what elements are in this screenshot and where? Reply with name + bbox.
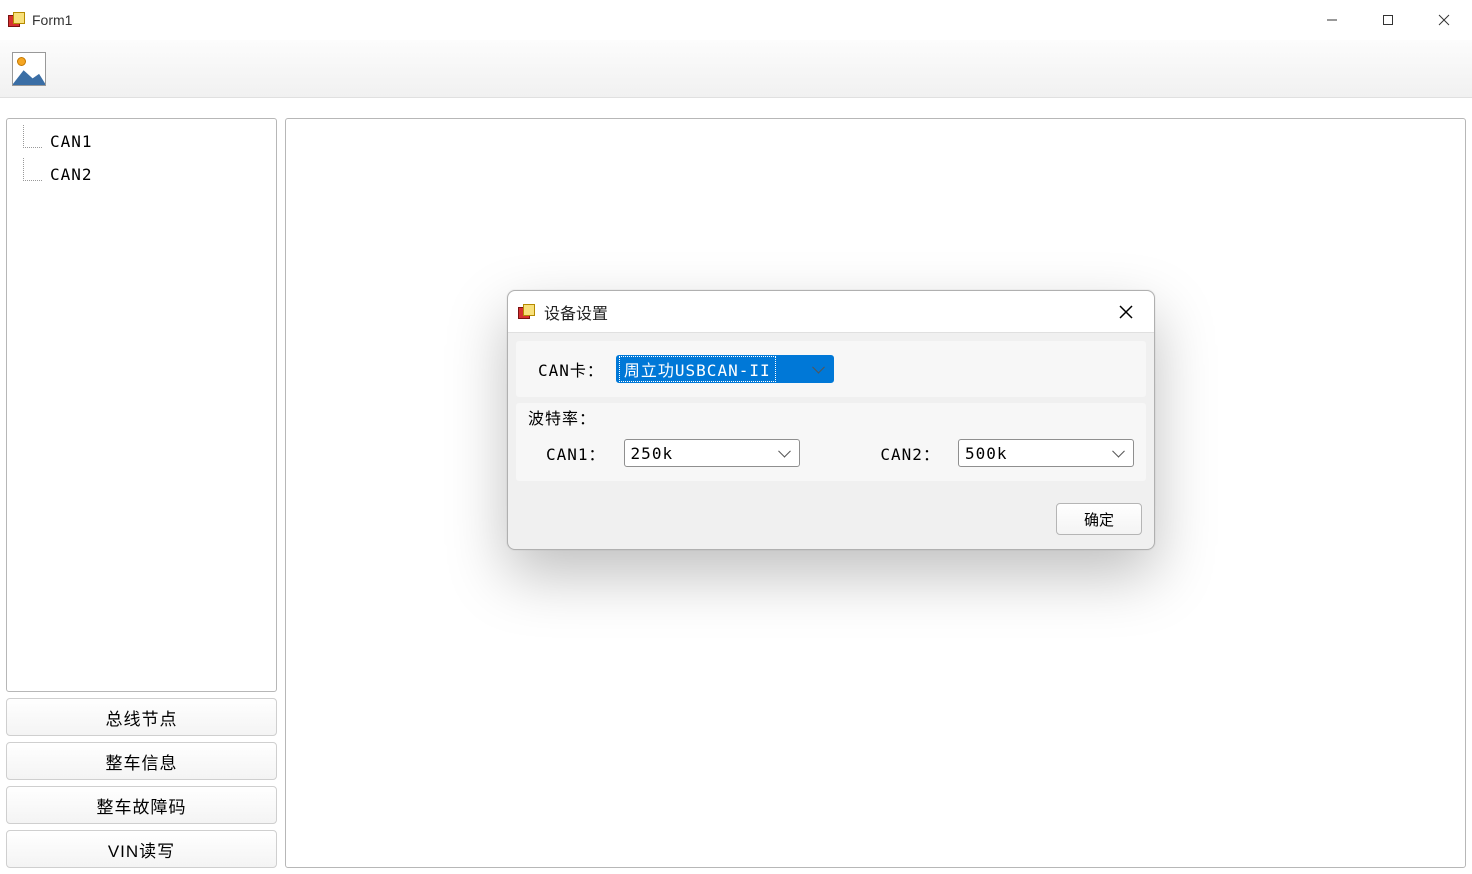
dialog-close-button[interactable] [1108, 294, 1144, 330]
can2-baud-combobox[interactable]: 500k [958, 439, 1134, 467]
maximize-button[interactable] [1360, 0, 1416, 40]
close-button[interactable] [1416, 0, 1472, 40]
tree-item-label: CAN1 [50, 131, 93, 153]
dialog-body: CAN卡： 周立功USBCAN-II 波特率： CAN1： 250k CAN2： [508, 333, 1154, 495]
can1-label: CAN1： [546, 441, 606, 465]
bus-nodes-button[interactable]: 总线节点 [6, 698, 277, 736]
tree-view[interactable]: CAN1 CAN2 [6, 118, 277, 692]
vin-rw-button[interactable]: VIN读写 [6, 830, 277, 868]
image-icon[interactable] [12, 52, 46, 86]
left-panel: CAN1 CAN2 总线节点 整车信息 整车故障码 VIN读写 [6, 118, 277, 868]
can1-baud-value: 250k [631, 444, 674, 463]
dialog-footer: 确定 [508, 495, 1154, 549]
window-title: Form1 [32, 12, 1304, 28]
can-card-combobox[interactable]: 周立功USBCAN-II [616, 355, 834, 383]
can-card-group: CAN卡： 周立功USBCAN-II [516, 341, 1146, 397]
can2-label: CAN2： [880, 441, 940, 465]
device-settings-dialog: 设备设置 CAN卡： 周立功USBCAN-II 波特率： CAN1： [507, 290, 1155, 550]
can1-baud-combobox[interactable]: 250k [624, 439, 800, 467]
dialog-title: 设备设置 [544, 300, 1108, 324]
minimize-button[interactable] [1304, 0, 1360, 40]
baud-rate-group: 波特率： CAN1： 250k CAN2： 500k [516, 403, 1146, 481]
main-titlebar: Form1 [0, 0, 1472, 40]
dialog-icon [518, 304, 534, 320]
vehicle-fault-code-button[interactable]: 整车故障码 [6, 786, 277, 824]
vehicle-info-button[interactable]: 整车信息 [6, 742, 277, 780]
toolbar [0, 40, 1472, 98]
baud-rate-label: 波特率： [528, 405, 1134, 429]
window-controls [1304, 0, 1472, 40]
tree-item-label: CAN2 [50, 164, 93, 186]
dialog-titlebar: 设备设置 [508, 291, 1154, 333]
app-icon [8, 12, 24, 28]
can2-baud-value: 500k [965, 444, 1008, 463]
ok-button[interactable]: 确定 [1056, 503, 1142, 535]
can-card-label: CAN卡： [538, 357, 604, 381]
can-card-value: 周立功USBCAN-II [619, 356, 776, 382]
tree-item-can1[interactable]: CAN1 [15, 125, 268, 158]
tree-item-can2[interactable]: CAN2 [15, 158, 268, 191]
